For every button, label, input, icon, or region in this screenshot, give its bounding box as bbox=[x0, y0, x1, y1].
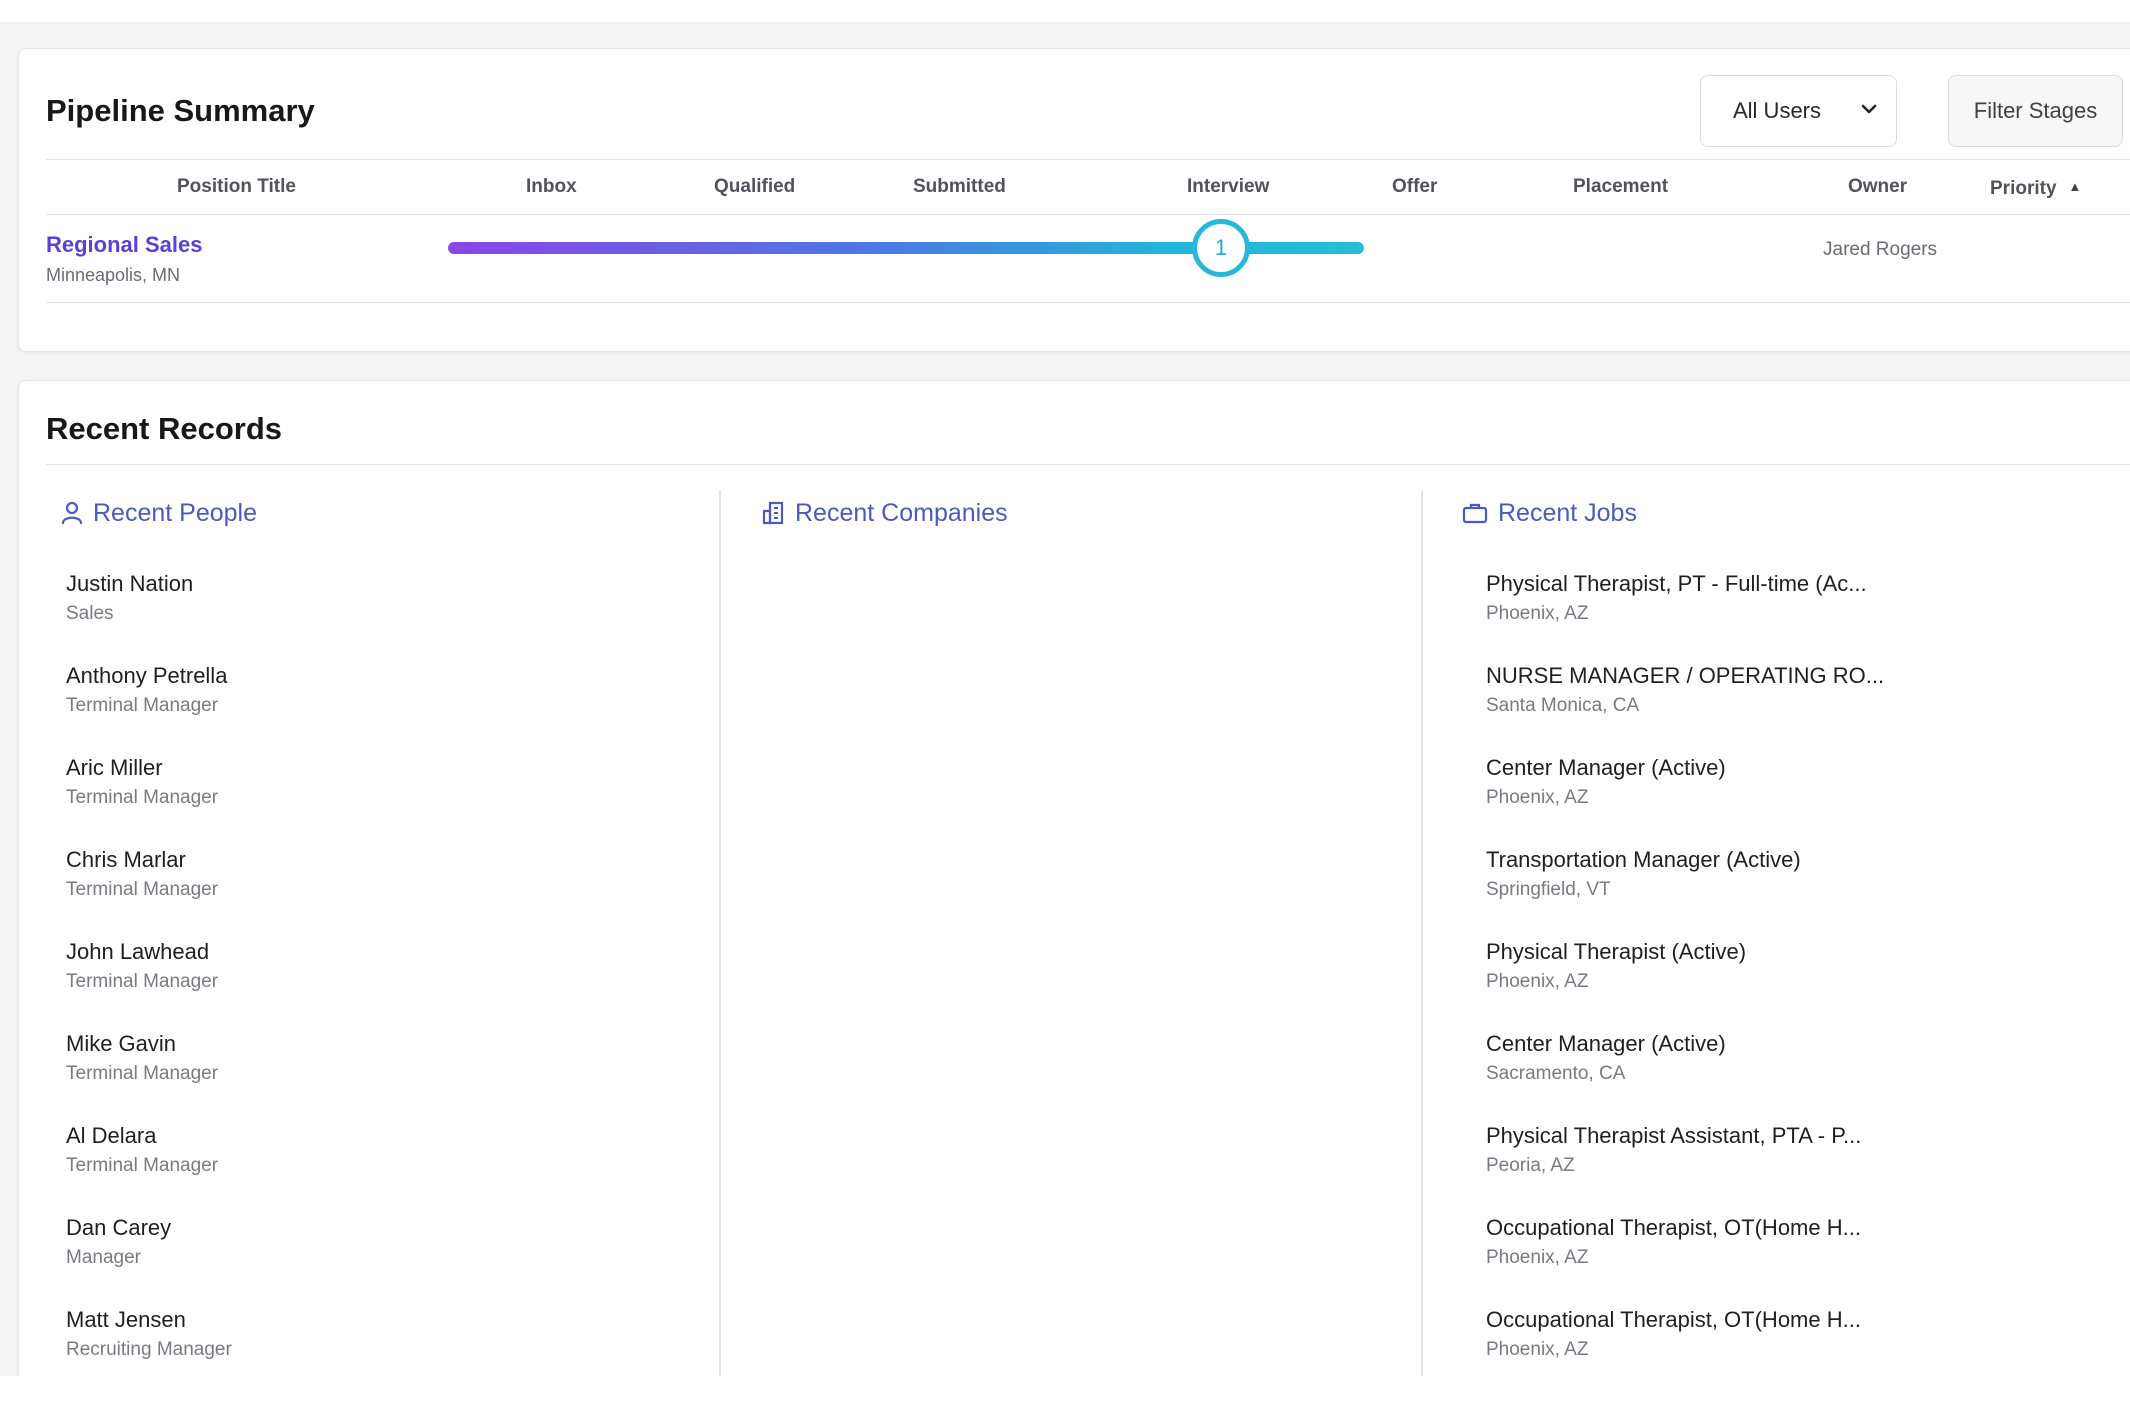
list-item[interactable]: John Lawhead Terminal Manager bbox=[66, 939, 218, 993]
job-location: Minneapolis, MN bbox=[46, 265, 181, 285]
list-item[interactable]: Aric Miller Terminal Manager bbox=[66, 755, 218, 809]
list-item[interactable]: Mike Gavin Terminal Manager bbox=[66, 1031, 218, 1085]
list-item-subtitle: Terminal Manager bbox=[66, 971, 219, 992]
list-item-subtitle: Phoenix, AZ bbox=[1486, 1339, 1589, 1360]
list-item[interactable]: Physical Therapist, PT - Full-time (Ac..… bbox=[1486, 571, 1867, 625]
recent-jobs-column: Recent Jobs Physical Therapist, PT - Ful… bbox=[1462, 491, 2102, 1381]
owner-name: Jared Rogers bbox=[1823, 239, 1938, 260]
list-item-name: Occupational Therapist, OT(Home H... bbox=[1486, 1215, 1861, 1240]
pipeline-table-header: Position Title Inbox Qualified Submitted… bbox=[46, 159, 2130, 215]
list-item-subtitle: Terminal Manager bbox=[66, 695, 219, 716]
list-item-subtitle: Sales bbox=[66, 603, 114, 624]
list-item-subtitle: Phoenix, AZ bbox=[1486, 1247, 1589, 1268]
list-item[interactable]: Al Delara Terminal Manager bbox=[66, 1123, 218, 1177]
pipeline-summary-card: Pipeline Summary All Users Filter Stages… bbox=[18, 48, 2130, 352]
list-item-subtitle: Springfield, VT bbox=[1486, 879, 1611, 900]
list-item-name: Physical Therapist, PT - Full-time (Ac..… bbox=[1486, 571, 1867, 596]
list-item-name: Anthony Petrella bbox=[66, 663, 228, 688]
list-item-name: Mike Gavin bbox=[66, 1031, 177, 1056]
list-item-name: Center Manager (Active) bbox=[1486, 1031, 1726, 1056]
list-item-subtitle: Manager bbox=[66, 1247, 141, 1268]
sort-asc-icon: ▲ bbox=[2068, 179, 2082, 194]
job-title-link[interactable]: Regional Sales bbox=[46, 232, 203, 258]
recent-records-card: Recent Records Recent People Justin Nati… bbox=[18, 380, 2130, 1382]
list-item-name: NURSE MANAGER / OPERATING RO... bbox=[1486, 663, 1885, 688]
col-placement[interactable]: Placement bbox=[1573, 160, 1668, 214]
list-item[interactable]: Chris Marlar Terminal Manager bbox=[66, 847, 218, 901]
list-item-name: Aric Miller bbox=[66, 755, 163, 780]
recent-people-column: Recent People Justin Nation Sales Anthony … bbox=[61, 491, 701, 1381]
recent-companies-column: Recent Companies bbox=[761, 491, 1401, 1381]
filter-stages-button[interactable]: Filter Stages bbox=[1948, 75, 2123, 147]
list-item-subtitle: Terminal Manager bbox=[66, 879, 219, 900]
list-item[interactable]: Dan Carey Manager bbox=[66, 1215, 171, 1269]
briefcase-icon bbox=[1462, 503, 1488, 524]
person-icon bbox=[61, 501, 83, 525]
list-item-subtitle: Terminal Manager bbox=[66, 787, 219, 808]
list-item-subtitle: Phoenix, AZ bbox=[1486, 787, 1589, 808]
list-item-name: Occupational Therapist, OT(Home H... bbox=[1486, 1307, 1861, 1332]
list-item-name: Al Delara bbox=[66, 1123, 157, 1148]
list-item[interactable]: Physical Therapist Assistant, PTA - P...… bbox=[1486, 1123, 1861, 1177]
list-item[interactable]: Matt Jensen Recruiting Manager bbox=[66, 1307, 232, 1361]
list-item-subtitle: Sacramento, CA bbox=[1486, 1063, 1626, 1084]
list-item[interactable]: Center Manager (Active) Phoenix, AZ bbox=[1486, 755, 1726, 809]
divider bbox=[46, 464, 2130, 465]
list-item[interactable]: Occupational Therapist, OT(Home H... Phoe… bbox=[1486, 1215, 1861, 1269]
bottom-strip bbox=[0, 1376, 2130, 1420]
col-position-title[interactable]: Position Title bbox=[177, 160, 296, 214]
list-item-subtitle: Peoria, AZ bbox=[1486, 1155, 1575, 1176]
building-icon bbox=[762, 501, 784, 525]
list-item[interactable]: Occupational Therapist, OT(Home H... Phoe… bbox=[1486, 1307, 1861, 1361]
top-strip bbox=[0, 0, 2130, 22]
col-priority-label: Priority bbox=[1990, 178, 2057, 199]
list-item-name: Center Manager (Active) bbox=[1486, 755, 1726, 780]
col-owner[interactable]: Owner bbox=[1848, 160, 1907, 214]
col-qualified[interactable]: Qualified bbox=[714, 160, 795, 214]
user-filter-select[interactable]: All Users bbox=[1700, 75, 1897, 147]
list-item-name: Justin Nation bbox=[66, 571, 194, 596]
col-submitted[interactable]: Submitted bbox=[913, 160, 1006, 214]
list-item-name: John Lawhead bbox=[66, 939, 210, 964]
user-filter-value: All Users bbox=[1733, 98, 1822, 123]
list-item[interactable]: Justin Nation Sales bbox=[66, 571, 193, 625]
list-item[interactable]: Anthony Petrella Terminal Manager bbox=[66, 663, 227, 717]
column-divider bbox=[719, 490, 721, 1382]
list-item-name: Physical Therapist (Active) bbox=[1486, 939, 1747, 964]
list-item-subtitle: Phoenix, AZ bbox=[1486, 603, 1589, 624]
pipeline-title: Pipeline Summary bbox=[46, 93, 315, 128]
list-item-name: Chris Marlar bbox=[66, 847, 186, 872]
col-interview[interactable]: Interview bbox=[1187, 160, 1269, 214]
col-offer[interactable]: Offer bbox=[1392, 160, 1437, 214]
column-divider bbox=[1421, 490, 1423, 1382]
col-inbox[interactable]: Inbox bbox=[526, 160, 577, 214]
recent-companies-heading[interactable]: Recent Companies bbox=[761, 491, 1401, 535]
list-item-name: Matt Jensen bbox=[66, 1307, 186, 1332]
recent-companies-label: Recent Companies bbox=[795, 498, 1008, 527]
recent-records-title: Recent Records bbox=[46, 411, 283, 446]
list-item-subtitle: Santa Monica, CA bbox=[1486, 695, 1640, 716]
list-item-subtitle: Terminal Manager bbox=[66, 1063, 219, 1084]
recent-people-heading[interactable]: Recent People bbox=[61, 491, 701, 535]
interview-count-bubble[interactable]: 1 bbox=[1192, 219, 1250, 277]
list-item[interactable]: Center Manager (Active) Sacramento, CA bbox=[1486, 1031, 1726, 1085]
recent-people-label: Recent People bbox=[93, 498, 258, 527]
table-row: Regional Sales Minneapolis, MN 1 Jared R… bbox=[46, 215, 2130, 303]
chevron-down-icon bbox=[1861, 104, 1877, 114]
list-item-name: Dan Carey bbox=[66, 1215, 172, 1240]
list-item-subtitle: Recruiting Manager bbox=[66, 1339, 232, 1360]
list-item[interactable]: Physical Therapist (Active) Phoenix, AZ bbox=[1486, 939, 1746, 993]
list-item-subtitle: Phoenix, AZ bbox=[1486, 971, 1589, 992]
col-priority[interactable]: Priority ▲ bbox=[1990, 160, 2081, 214]
list-item-subtitle: Terminal Manager bbox=[66, 1155, 219, 1176]
list-item-name: Transportation Manager (Active) bbox=[1486, 847, 1801, 872]
list-item-name: Physical Therapist Assistant, PTA - P... bbox=[1486, 1123, 1862, 1148]
list-item[interactable]: NURSE MANAGER / OPERATING RO... Santa Mon… bbox=[1486, 663, 1884, 717]
recent-jobs-label: Recent Jobs bbox=[1498, 498, 1637, 527]
recent-jobs-heading[interactable]: Recent Jobs bbox=[1462, 491, 2102, 535]
list-item[interactable]: Transportation Manager (Active) Springfie… bbox=[1486, 847, 1801, 901]
